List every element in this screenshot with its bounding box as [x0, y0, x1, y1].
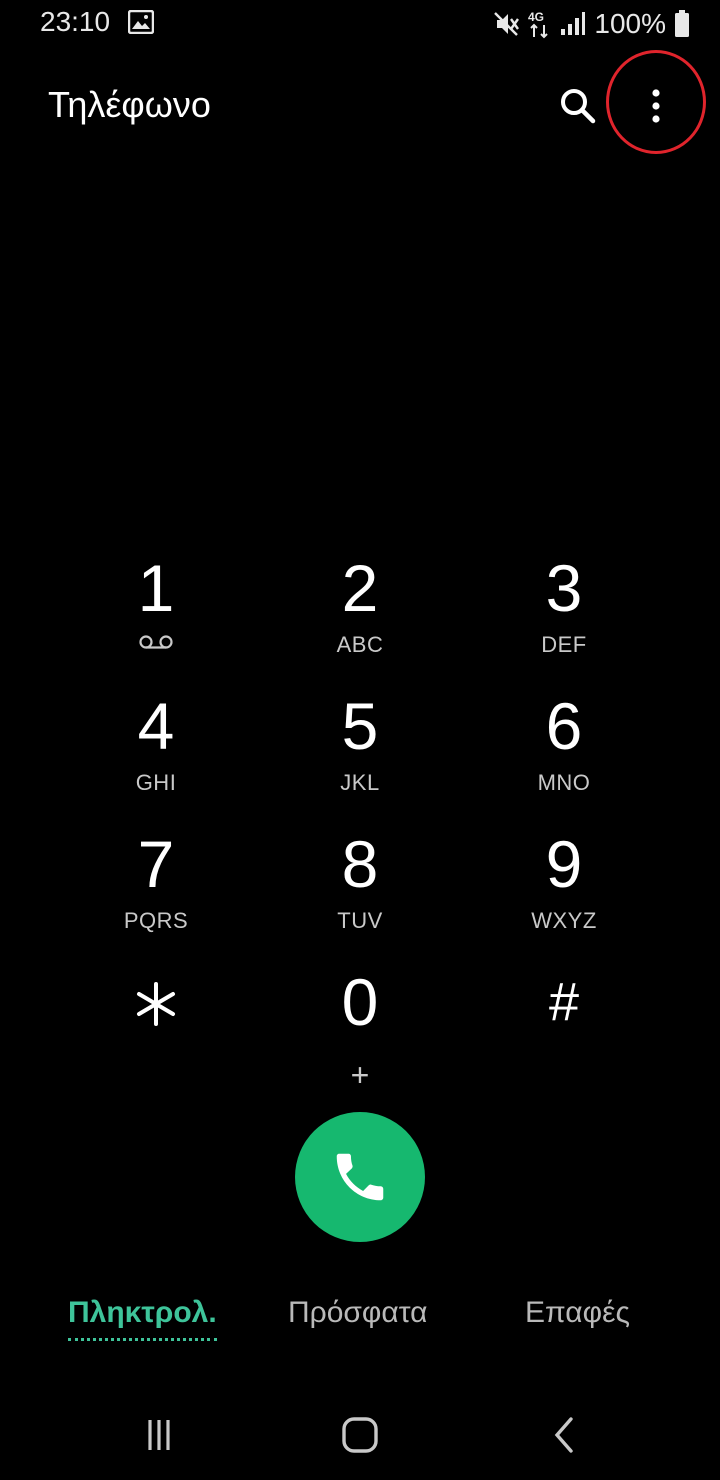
mute-icon: [494, 12, 520, 36]
key-star[interactable]: [52, 962, 260, 1100]
status-time: 23:10: [40, 6, 111, 37]
key-digit: 0: [341, 965, 379, 1039]
phone-icon: [336, 1153, 384, 1201]
call-button[interactable]: [295, 1112, 425, 1242]
key-2[interactable]: 2 ABC: [260, 548, 460, 686]
dial-keypad: 1 2 ABC 3 DEF 4 GHI 5 JKL 6 MNO 7 PQRS 8…: [52, 548, 668, 1100]
key-digit: 9: [545, 827, 583, 901]
gallery-icon: [128, 10, 154, 34]
network-4g-icon: 4G: [528, 10, 549, 39]
key-0[interactable]: 0 +: [260, 962, 460, 1100]
battery-icon: [675, 10, 689, 37]
recent-apps-icon: [148, 1420, 170, 1450]
key-letters: MNO: [537, 770, 591, 795]
navigation-bar: [0, 1390, 720, 1480]
key-digit: 4: [137, 689, 175, 763]
key-letters: GHI: [135, 770, 177, 795]
key-digit: 6: [545, 689, 583, 763]
search-icon: [561, 89, 596, 124]
key-4[interactable]: 4 GHI: [52, 686, 260, 824]
key-5[interactable]: 5 JKL: [260, 686, 460, 824]
key-digit: 2: [341, 551, 379, 625]
key-digit: 5: [341, 689, 379, 763]
key-3[interactable]: 3 DEF: [460, 548, 668, 686]
svg-text:4G: 4G: [528, 10, 544, 24]
key-digit: #: [548, 972, 580, 1032]
key-letters: DEF: [541, 632, 587, 657]
home-icon: [342, 1417, 378, 1453]
key-9[interactable]: 9 WXYZ: [460, 824, 668, 962]
key-8[interactable]: 8 TUV: [260, 824, 460, 962]
search-button[interactable]: [554, 82, 602, 130]
voicemail-icon: [139, 635, 173, 649]
key-letters: PQRS: [123, 908, 189, 933]
tab-contacts[interactable]: Επαφές: [525, 1296, 630, 1330]
key-letters: TUV: [337, 908, 383, 933]
back-icon: [554, 1417, 573, 1453]
more-options-button[interactable]: [630, 80, 682, 132]
key-7[interactable]: 7 PQRS: [52, 824, 260, 962]
asterisk-icon: [137, 982, 175, 1026]
tab-recents[interactable]: Πρόσφατα: [288, 1296, 428, 1330]
status-icons: 4G 100%: [492, 4, 690, 44]
key-letters: WXYZ: [531, 908, 597, 933]
tab-keypad[interactable]: Πληκτρολ.: [68, 1296, 217, 1341]
recent-apps-button[interactable]: [134, 1412, 184, 1458]
key-letters: ABC: [336, 632, 384, 657]
key-letters: +: [350, 1057, 370, 1093]
page-title: Τηλέφωνο: [48, 84, 211, 125]
signal-icon: [561, 12, 586, 35]
home-button[interactable]: [335, 1412, 385, 1458]
key-6[interactable]: 6 MNO: [460, 686, 668, 824]
back-button[interactable]: [538, 1412, 588, 1458]
key-digit: 8: [341, 827, 379, 901]
bottom-tabs: Πληκτρολ. Πρόσφατα Επαφές: [0, 1296, 720, 1356]
key-1[interactable]: 1: [52, 548, 260, 686]
key-letters: JKL: [340, 770, 380, 795]
key-digit: 3: [545, 551, 583, 625]
key-digit: 7: [137, 827, 175, 901]
more-options-icon: [652, 89, 660, 123]
key-digit: 1: [137, 551, 175, 625]
status-bar: 23:10 4G 100%: [0, 0, 720, 48]
battery-percentage: 100%: [594, 8, 666, 39]
key-hash[interactable]: #: [460, 962, 668, 1100]
